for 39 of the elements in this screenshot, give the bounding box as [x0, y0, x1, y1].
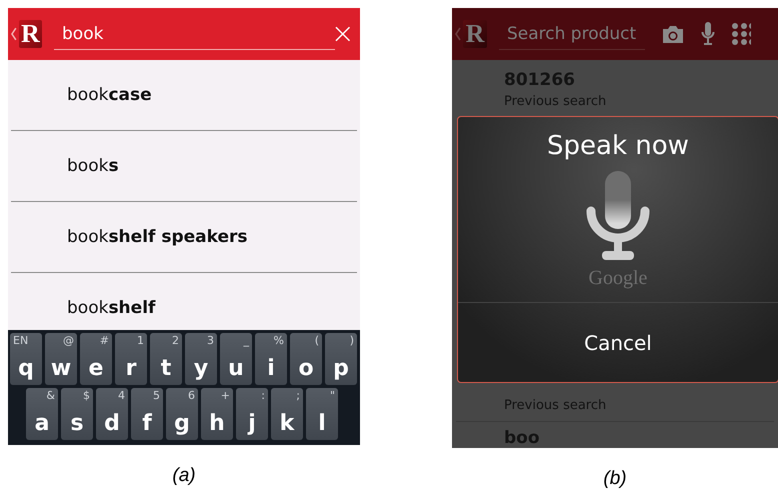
keyboard-key[interactable]: $ s [61, 388, 93, 440]
app-logo[interactable]: R [463, 20, 487, 48]
keyboard-key[interactable]: ) p [325, 333, 357, 385]
suggestion-item[interactable]: bookshelf [11, 298, 156, 318]
grid-icon[interactable] [731, 22, 751, 46]
cancel-button[interactable]: Cancel [458, 303, 778, 382]
search-bar[interactable]: R Search product [452, 8, 778, 60]
keyboard-key[interactable]: + h [201, 388, 233, 440]
keyboard-key[interactable]: : j [236, 388, 268, 440]
keyboard-key[interactable]: " l [306, 388, 338, 440]
keyboard-key[interactable]: EN q [10, 333, 42, 385]
keyboard-key[interactable]: ( o [290, 333, 322, 385]
keyboard-key[interactable]: _ u [220, 333, 252, 385]
brand-text: Google [588, 267, 648, 290]
back-chevron-icon[interactable] [11, 27, 17, 41]
keyboard-key[interactable]: 2 t [150, 333, 182, 385]
close-icon[interactable] [334, 26, 350, 42]
keyboard-key[interactable]: @ w [45, 333, 77, 385]
search-field[interactable]: Search product [499, 18, 645, 50]
keyboard-key[interactable]: % i [255, 333, 287, 385]
figure-caption: (b) [603, 468, 627, 490]
keyboard-key[interactable]: 1 r [115, 333, 147, 385]
app-logo[interactable]: R [18, 20, 42, 48]
keyboard-key[interactable]: ; k [271, 388, 303, 440]
keyboard-key[interactable]: 4 d [96, 388, 128, 440]
suggestion-item[interactable]: bookcase [11, 85, 152, 105]
suggestion-item[interactable]: bookshelf speakers [11, 227, 248, 247]
microphone-icon[interactable] [701, 21, 715, 47]
keyboard-key[interactable]: 3 y [185, 333, 217, 385]
camera-icon[interactable] [661, 24, 685, 44]
keyboard-key[interactable]: # e [80, 333, 112, 385]
keyboard-key[interactable]: & a [26, 388, 58, 440]
keyboard-key[interactable]: 6 g [166, 388, 198, 440]
suggestion-item[interactable]: books [11, 156, 119, 176]
figure-caption: (a) [172, 465, 196, 487]
search-field[interactable]: book [54, 18, 335, 50]
dialog-title: Speak now [547, 131, 689, 161]
keyboard-key[interactable]: 5 f [131, 388, 163, 440]
search-bar[interactable]: R book [8, 8, 360, 60]
